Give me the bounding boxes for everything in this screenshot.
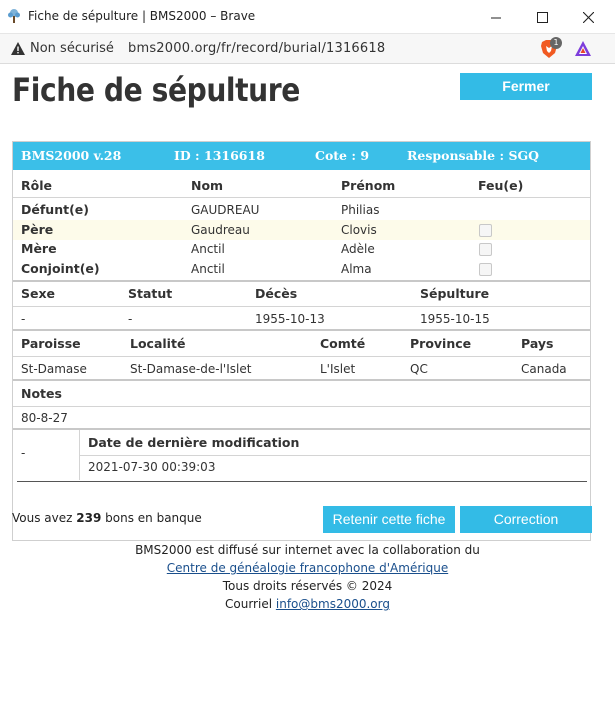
record-header: BMS2000 v.28 ID : 1316618 Cote : 9 Respo… (13, 142, 590, 170)
divider (80, 455, 590, 456)
col-header-comte: Comté (320, 336, 366, 351)
notes-label: Notes (21, 386, 62, 401)
col-header-pays: Pays (521, 336, 554, 351)
correction-button[interactable]: Correction (460, 506, 592, 533)
localite-value: St-Damase-de-l'Islet (130, 362, 252, 376)
pays-value: Canada (521, 362, 567, 376)
person-prenom: Philias (341, 203, 380, 217)
modification-left-value: - (21, 446, 26, 460)
maximize-button[interactable] (519, 0, 565, 34)
bank-balance: Vous avez 239 bons en banque (12, 511, 202, 525)
bank-suffix: bons en banque (105, 511, 202, 525)
statut-value: - (128, 312, 133, 326)
person-nom: Anctil (191, 262, 225, 276)
minimize-button[interactable] (473, 0, 519, 34)
col-header-deces: Décès (255, 286, 298, 301)
sexe-value: - (21, 312, 26, 326)
warning-icon[interactable] (10, 41, 26, 57)
deces-value: 1955-10-13 (255, 312, 325, 326)
feu-checkbox[interactable] (479, 224, 492, 237)
divider (13, 329, 590, 331)
col-header-feu: Feu(e) (478, 178, 524, 193)
col-header-statut: Statut (128, 286, 173, 301)
col-header-paroisse: Paroisse (21, 336, 81, 351)
footer-line1: BMS2000 est diffusé sur internet avec la… (135, 543, 480, 557)
copyright-text: Tous droits réservés © 2024 (222, 579, 393, 593)
separator-line (17, 481, 587, 482)
divider (13, 406, 590, 407)
col-header-role: Rôle (21, 178, 52, 193)
minimize-icon (490, 17, 501, 18)
page-content: Fiche de sépulture Fermer BMS2000 v.28 I… (0, 65, 615, 704)
feu-checkbox[interactable] (479, 243, 492, 256)
feu-checkbox[interactable] (479, 263, 492, 276)
notes-value: 80-8-27 (21, 411, 68, 425)
close-icon (582, 11, 594, 23)
person-prenom: Clovis (341, 223, 377, 237)
contact-line: Courriel info@bms2000.org (0, 597, 615, 611)
col-header-province: Province (410, 336, 472, 351)
col-header-sepulture: Sépulture (420, 286, 490, 301)
close-window-button[interactable] (565, 0, 611, 34)
person-role: Défunt(e) (21, 202, 89, 217)
divider (13, 197, 590, 198)
tree-logo-icon (8, 9, 20, 23)
version-label: BMS2000 v.28 (21, 148, 122, 163)
sepulture-value: 1955-10-15 (420, 312, 490, 326)
window-title: Fiche de sépulture | BMS2000 – Brave (28, 9, 256, 23)
col-header-localite: Localité (130, 336, 186, 351)
divider (13, 428, 590, 430)
modification-date: 2021-07-30 00:39:03 (88, 460, 216, 474)
footer-link-container: Centre de généalogie francophone d'Améri… (0, 561, 615, 575)
record-id: ID : 1316618 (174, 148, 265, 163)
divider (13, 306, 590, 307)
contact-prefix: Courriel (225, 597, 273, 611)
person-role: Père (21, 222, 54, 237)
address-bar: Non sécurisé bms2000.org/fr/record/buria… (0, 34, 615, 64)
cote-label: Cote : 9 (315, 148, 370, 163)
bank-prefix: Vous avez (12, 511, 73, 525)
col-header-sexe: Sexe (21, 286, 56, 301)
person-prenom: Adèle (341, 242, 375, 256)
province-value: QC (410, 362, 428, 376)
comte-value: L'Islet (320, 362, 356, 376)
highlighted-row (13, 220, 590, 240)
maximize-icon (536, 11, 548, 23)
divider (13, 379, 590, 381)
window-titlebar: Fiche de sépulture | BMS2000 – Brave (0, 0, 615, 34)
person-role: Mère (21, 241, 57, 256)
person-nom: Anctil (191, 242, 225, 256)
bank-count: 239 (76, 511, 102, 525)
divider (13, 280, 590, 282)
col-header-nom: Nom (191, 178, 224, 193)
page-title: Fiche de sépulture (12, 71, 300, 109)
person-nom: Gaudreau (191, 223, 250, 237)
divider (13, 356, 590, 357)
security-status[interactable]: Non sécurisé (30, 41, 114, 56)
email-link[interactable]: info@bms2000.org (276, 597, 390, 611)
paroisse-value: St-Damase (21, 362, 87, 376)
responsable-label: Responsable : SGQ (407, 148, 540, 163)
person-role: Conjoint(e) (21, 261, 100, 276)
shields-count-badge: 1 (550, 37, 562, 49)
retain-record-button[interactable]: Retenir cette fiche (323, 506, 455, 533)
url-field[interactable]: bms2000.org/fr/record/burial/1316618 (128, 41, 385, 56)
brave-rewards-icon[interactable] (574, 40, 592, 58)
modification-label: Date de dernière modification (88, 435, 300, 450)
cgfa-link[interactable]: Centre de généalogie francophone d'Améri… (167, 561, 448, 575)
close-button[interactable]: Fermer (460, 73, 592, 100)
person-nom: GAUDREAU (191, 203, 260, 217)
col-header-prenom: Prénom (341, 178, 396, 193)
person-prenom: Alma (341, 262, 372, 276)
